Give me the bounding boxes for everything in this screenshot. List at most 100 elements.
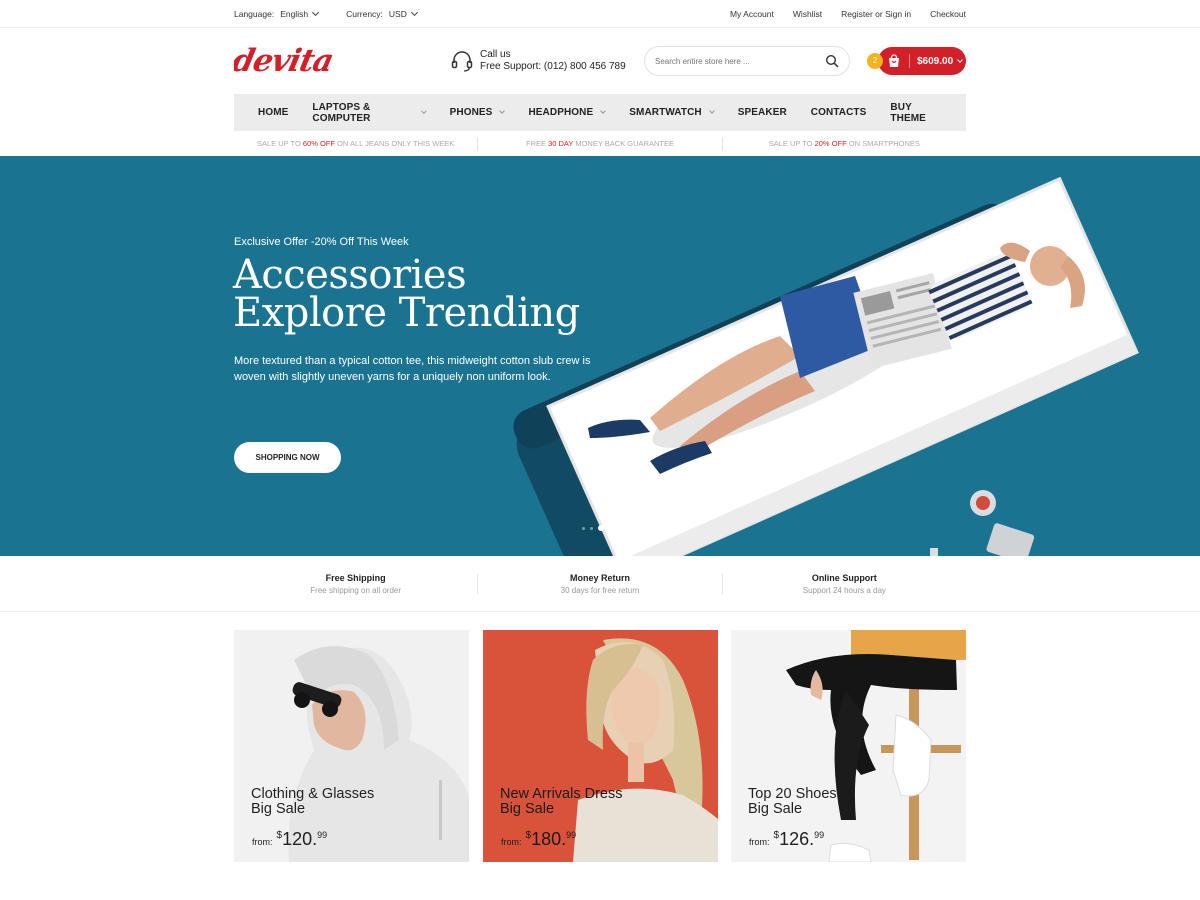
slider-dot[interactable]: [589, 526, 593, 530]
currency-selector[interactable]: Currency: USD: [346, 8, 418, 19]
price-from-label: from:: [501, 837, 522, 847]
support-call-label: Call us: [480, 49, 511, 60]
chevron-down-icon: [957, 57, 963, 63]
price-value: 120.: [282, 829, 318, 849]
register-signin-link[interactable]: Register or Sign in: [841, 9, 911, 19]
hero-offer: Exclusive Offer -20% Off This Week: [234, 236, 409, 248]
cart-count-badge: 2: [867, 53, 883, 69]
banner-clothing-glasses[interactable]: Clothing & Glasses Big Sale from: $ 120.…: [234, 630, 469, 862]
banner-top-shoes[interactable]: Top 20 Shoes Big Sale from: $ 126. 99: [731, 630, 966, 862]
language-selector[interactable]: Language: English: [234, 8, 320, 19]
promo-strip: SALE UP TO 60% OFF ON ALL JEANS ONLY THI…: [234, 131, 966, 156]
slider-dots: [579, 525, 622, 531]
search-input[interactable]: [655, 56, 825, 66]
promo-text: SALE UP TO: [257, 139, 303, 148]
nav-label: HOME: [258, 107, 289, 118]
cart-button[interactable]: $609.00 2: [867, 47, 966, 75]
banner-title-line2: Big Sale: [500, 801, 555, 817]
banner-title-line1: New Arrivals Dress: [500, 786, 623, 802]
chevron-down-icon: [600, 108, 607, 114]
nav-label: BUY THEME: [890, 101, 926, 124]
features-bar: Free Shipping Free shipping on all order…: [234, 556, 966, 611]
promo-highlight: 30 DAY: [548, 139, 574, 148]
nav-item-speaker[interactable]: SPEAKER: [738, 107, 787, 118]
slider-dot[interactable]: [608, 526, 612, 530]
hero-slider: Exclusive Offer -20% Off This Week Acces…: [0, 156, 1200, 556]
support-info: Call us Free Support: (012) 800 456 789: [450, 49, 626, 73]
shopping-now-button[interactable]: SHOPPING NOW: [234, 442, 341, 473]
banner-price: from: $ 180. 99: [501, 828, 576, 850]
nav-label: LAPTOPS & COMPUTER: [312, 101, 371, 124]
feature-title: Free Shipping: [325, 572, 386, 583]
promo-jeans: SALE UP TO 60% OFF ON ALL JEANS ONLY THI…: [234, 139, 477, 148]
banner-title-line2: Big Sale: [748, 801, 803, 817]
promo-text: ON ALL JEANS ONLY THIS WEEK: [334, 139, 455, 148]
language-value[interactable]: English: [280, 9, 308, 19]
nav-item-laptops[interactable]: LAPTOPS & COMPUTER: [312, 101, 427, 124]
promo-highlight: 60% OFF: [302, 139, 335, 148]
chevron-down-icon: [499, 108, 506, 114]
promo-text: SALE UP TO: [768, 139, 815, 148]
feature-free-shipping: Free Shipping Free shipping on all order: [234, 573, 477, 595]
my-account-link[interactable]: My Account: [730, 9, 774, 19]
checkout-link[interactable]: Checkout: [930, 9, 966, 19]
chevron-down-icon: [410, 8, 418, 17]
hero-title-line1: Accessories: [233, 252, 467, 298]
chevron-down-icon: [312, 8, 320, 17]
banner-title: New Arrivals Dress Big Sale: [500, 787, 622, 817]
slider-dot[interactable]: [581, 526, 585, 530]
price-cents: 99: [814, 830, 825, 840]
logo-text: devita: [234, 46, 336, 76]
feature-title: Online Support: [811, 572, 877, 583]
feature-subtitle: Support 24 hours a day: [802, 585, 886, 595]
nav-item-smartwatch[interactable]: SMARTWATCH: [629, 107, 715, 118]
currency-value[interactable]: USD: [389, 9, 407, 19]
slider-dot[interactable]: [616, 526, 620, 530]
banner-price: from: $ 126. 99: [749, 828, 824, 850]
nav-label: PHONES: [449, 107, 493, 118]
nav-item-contacts[interactable]: CONTACTS: [811, 107, 867, 118]
price-from-label: from:: [252, 837, 273, 847]
promo-money-back: FREE 30 DAY MONEY BACK GUARANTEE: [478, 139, 721, 148]
headset-icon: [451, 51, 473, 72]
header: devita Call us Free Support: (012) 800 4…: [229, 28, 966, 94]
hero-title: Accessories Explore Trending: [233, 252, 580, 333]
promo-text: MONEY BACK GUARANTEE: [573, 139, 674, 148]
feature-subtitle: Free shipping on all order: [310, 585, 402, 595]
price-cents: 99: [566, 830, 577, 840]
banner-title: Clothing & Glasses Big Sale: [251, 787, 374, 817]
nav-label: HEADPHONE: [528, 107, 594, 118]
banner-title: Top 20 Shoes Big Sale: [748, 787, 837, 817]
slider-dot-active[interactable]: [597, 525, 604, 531]
main-nav: HOME LAPTOPS & COMPUTER PHONES HEADPHONE…: [234, 94, 966, 131]
shopping-bag-icon: [889, 54, 899, 67]
chevron-down-icon: [708, 108, 715, 114]
price-value: 126.: [779, 829, 815, 849]
nav-item-home[interactable]: HOME: [258, 107, 288, 118]
cart-separator: [909, 54, 910, 68]
wishlist-link[interactable]: Wishlist: [793, 9, 822, 19]
top-bar: Language: English Currency: USD My Accou…: [0, 0, 1200, 28]
price-value: 180.: [531, 829, 567, 849]
promo-text: FREE: [526, 139, 549, 148]
support-phone: Free Support: (012) 800 456 789: [480, 61, 626, 72]
language-label: Language:: [234, 9, 275, 19]
nav-item-buy-theme[interactable]: BUY THEME: [890, 102, 942, 124]
nav-label: SPEAKER: [737, 107, 787, 118]
divider: [0, 611, 1200, 612]
nav-label: CONTACTS: [810, 107, 867, 118]
feature-online-support: Online Support Support 24 hours a day: [723, 573, 966, 595]
feature-subtitle: 30 days for free return: [560, 585, 640, 595]
promo-highlight: 20% OFF: [814, 139, 847, 148]
hero-description: More textured than a typical cotton tee,…: [234, 355, 591, 383]
promo-smartphones: SALE UP TO 20% OFF ON SMARTPHONES: [723, 139, 966, 148]
banner-new-arrivals[interactable]: New Arrivals Dress Big Sale from: $ 180.…: [483, 630, 718, 862]
site-logo[interactable]: devita: [229, 43, 364, 79]
currency-label: Currency:: [346, 9, 383, 19]
nav-item-headphone[interactable]: HEADPHONE: [528, 107, 607, 118]
search-icon[interactable]: [825, 54, 839, 68]
promo-text: ON SMARTPHONES: [846, 139, 920, 148]
search-box: [644, 46, 850, 76]
nav-item-phones[interactable]: PHONES: [449, 107, 506, 118]
feature-money-return: Money Return 30 days for free return: [478, 573, 721, 595]
